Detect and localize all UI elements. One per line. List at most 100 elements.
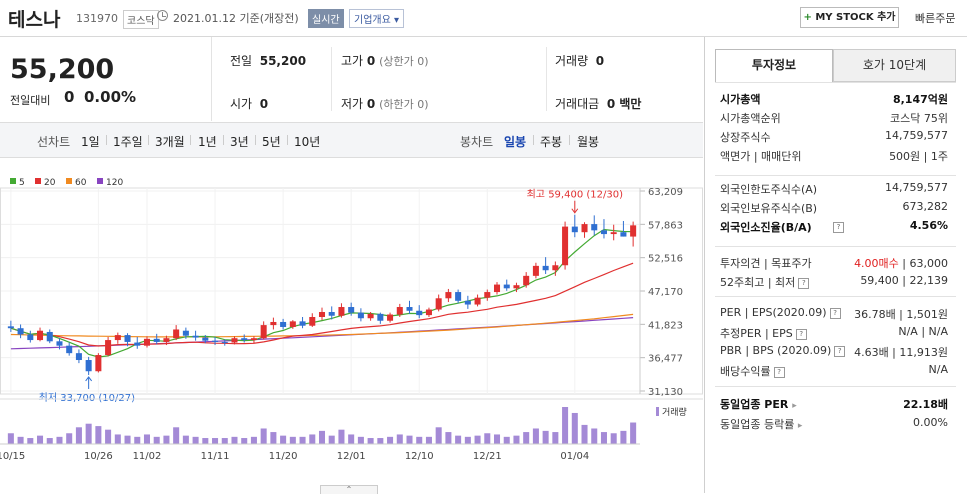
volume-bar — [250, 436, 257, 444]
sector-per-label: 동일업종 PER ▸ — [720, 398, 797, 411]
info-value: 673,282 — [902, 200, 949, 213]
volume-bar — [367, 438, 374, 444]
add-mystock-label: MY STOCK 추가 — [815, 12, 896, 23]
tab-investment-info[interactable]: 투자정보 — [715, 49, 833, 82]
volume-bar — [357, 436, 364, 444]
volume-bar — [143, 434, 150, 444]
candle-body — [610, 232, 617, 235]
base-date: 2021.01.12 기준(개장전) — [173, 12, 299, 25]
info-label: 외국인소진율(B/A) — [720, 221, 812, 234]
candle-body — [455, 292, 462, 301]
help-icon[interactable]: ? — [834, 346, 846, 357]
candle-body — [377, 313, 384, 321]
current-price-box: 55,200 전일대비 0 0.00% — [0, 37, 212, 121]
fast-order-link[interactable]: 빠른주문 — [915, 10, 955, 26]
candle-body — [425, 309, 432, 316]
candle-body — [85, 360, 92, 372]
volume: 거래량 0 — [555, 54, 605, 68]
candle-body — [105, 340, 112, 356]
candle-body — [318, 312, 326, 317]
candle-body — [571, 226, 578, 233]
candle-body — [600, 230, 607, 235]
candle-body — [532, 265, 539, 276]
info-value: 4.56% — [909, 219, 948, 232]
y-tick-label: 47,170 — [648, 287, 683, 298]
help-icon[interactable]: ? — [833, 222, 844, 233]
volume-bar — [280, 435, 287, 444]
candle-body — [182, 330, 189, 336]
info-label: 시가총액 — [720, 93, 761, 106]
candle-body — [202, 337, 209, 341]
market-badge: 코스닥 — [123, 10, 159, 29]
volume-bar — [270, 432, 277, 444]
candle-body — [241, 338, 248, 341]
dividend-value: N/A — [928, 363, 948, 376]
tab-orderbook-10[interactable]: 호가 10단계 — [833, 49, 956, 82]
pbr-label: PBR | BPS (2020.09)? — [720, 344, 846, 357]
candle-body — [581, 224, 588, 233]
candle-body — [17, 328, 24, 335]
est-per-row: 추정PER | EPS? N/A | N/A — [720, 325, 948, 343]
realtime-button[interactable]: 실시간 — [308, 9, 344, 28]
x-tick-label: 12/10 — [405, 451, 434, 462]
divider — [331, 47, 332, 111]
info-row: 상장주식수 14,759,577 — [720, 129, 948, 147]
info-value: 500원 | 1주 — [889, 150, 948, 163]
help-icon[interactable]: ? — [829, 308, 841, 319]
stock-name: 테스나 — [8, 9, 61, 31]
divider — [546, 47, 547, 111]
candle-body — [153, 338, 160, 342]
candle-body — [367, 313, 374, 319]
volume-bar — [532, 428, 539, 444]
candle-body — [27, 334, 34, 341]
volume-bar — [114, 434, 121, 444]
opinion-label: 투자의견 | 목표주가 — [720, 257, 812, 270]
candle-body — [212, 340, 219, 342]
volume-bar — [124, 435, 131, 444]
candle-body — [630, 225, 637, 237]
volume-bar — [309, 434, 316, 444]
stock-candle-chart[interactable]: 5 20 60 120 63,209 57,863 52,516 47,170 41,823 36… — [0, 137, 703, 487]
volume-bar — [474, 435, 481, 444]
candle-body — [173, 329, 180, 339]
volume-bar — [494, 434, 501, 444]
volume-bar — [484, 433, 491, 444]
volume-bar — [95, 426, 102, 444]
per-value: 36.78배 | 1,501원 — [854, 308, 948, 321]
volume-bar — [66, 433, 73, 444]
chevron-right-icon[interactable]: ▸ — [798, 421, 803, 431]
candle-body — [620, 232, 627, 237]
candle-body — [124, 335, 131, 342]
legend-label: 120 — [106, 178, 123, 188]
help-icon[interactable]: ? — [773, 367, 785, 378]
candle-body — [231, 338, 238, 343]
x-tick-label: 01/04 — [560, 451, 589, 462]
volume-bar — [620, 430, 627, 444]
candle-body — [445, 292, 452, 299]
volume-bar — [562, 407, 569, 444]
volume-bar — [37, 435, 44, 444]
change-percent: 0.00% — [84, 88, 137, 106]
candle-body — [75, 353, 82, 361]
x-tick-label: 10/26 — [84, 451, 113, 462]
volume-bar — [406, 435, 413, 444]
company-info-dropdown[interactable]: 기업개요 ▾ — [349, 9, 404, 28]
volume-bar — [299, 436, 306, 444]
sector-change-label: 동일업종 등락률 ▸ — [720, 418, 803, 431]
change-value: 0 — [64, 88, 75, 106]
volume-bar — [600, 432, 607, 444]
info-row: 액면가 | 매매단위 500원 | 1주 — [720, 148, 948, 166]
volume-bar — [289, 436, 296, 444]
add-mystock-button[interactable]: + MY STOCK 추가 — [800, 7, 899, 28]
candle-body — [348, 307, 355, 313]
candle-body — [56, 341, 63, 346]
legend-swatch — [97, 178, 103, 184]
investment-info-panel: 투자정보 호가 10단계 시가총액 8,147억원 시가총액순위 코스닥 75위 상장주… — [704, 37, 967, 493]
y-tick-label: 41,823 — [648, 320, 683, 331]
volume-bar — [182, 435, 189, 444]
help-icon[interactable]: ? — [795, 329, 807, 340]
help-icon[interactable]: ? — [798, 278, 810, 289]
chevron-right-icon[interactable]: ▸ — [792, 401, 797, 411]
min-price-label: 최저 33,700 (10/27) — [39, 392, 135, 404]
volume-bar — [425, 436, 432, 444]
